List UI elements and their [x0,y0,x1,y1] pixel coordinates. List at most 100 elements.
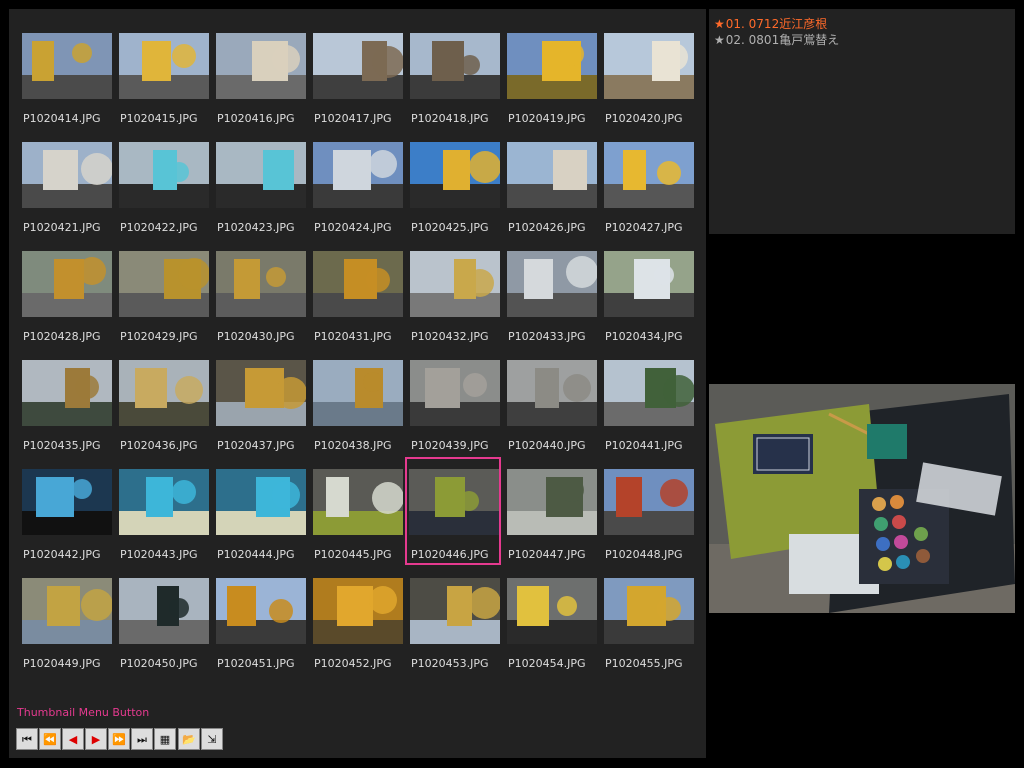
thumbnail-image [216,142,306,208]
thumbnail-image [507,33,597,99]
thumbnail-item[interactable]: P1020436.JPG [118,359,210,465]
thumbnail-item[interactable]: P1020445.JPG [312,468,404,574]
thumbnail-item[interactable]: P1020447.JPG [506,468,598,574]
thumbnail-item[interactable]: P1020418.JPG [409,32,501,138]
play-left-icon: ◀ [68,732,78,746]
thumbnail-image [22,469,112,535]
thumbnail-item[interactable]: P1020452.JPG [312,577,404,683]
thumbnail-image [410,360,500,426]
thumbnail-image [119,578,209,644]
thumbnail-item[interactable]: P1020422.JPG [118,141,210,247]
thumbnail-filename: P1020427.JPG [605,221,683,234]
preview-photo [709,384,1015,613]
thumbnail-image [216,469,306,535]
thumbnail-image [216,578,306,644]
thumbnail-item[interactable]: P1020429.JPG [118,250,210,356]
thumbnail-filename: P1020444.JPG [217,548,295,561]
open-folder-button[interactable]: 📂 [178,728,200,750]
prev-page-button[interactable]: ⏪ [39,728,61,750]
thumbnail-item[interactable]: P1020431.JPG [312,250,404,356]
thumbnail-filename: P1020433.JPG [508,330,586,343]
last-page-button[interactable]: ⏭ [131,728,153,750]
thumbnail-item[interactable]: P1020450.JPG [118,577,210,683]
thumbnail-image [604,360,694,426]
thumbnail-filename: P1020432.JPG [411,330,489,343]
thumbnail-item[interactable]: P1020454.JPG [506,577,598,683]
thumbnail-filename: P1020435.JPG [23,439,101,452]
thumbnail-image [119,360,209,426]
thumbnail-item[interactable]: P1020438.JPG [312,359,404,465]
first-page-button[interactable]: ⏮ [16,728,38,750]
thumbnail-item[interactable]: P1020444.JPG [215,468,307,574]
thumbnail-item[interactable]: P1020430.JPG [215,250,307,356]
thumbnail-item[interactable]: P1020434.JPG [603,250,695,356]
thumbnail-item[interactable]: P1020420.JPG [603,32,695,138]
thumbnail-item[interactable]: P1020435.JPG [21,359,113,465]
thumbnail-image [216,251,306,317]
thumbnail-filename: P1020443.JPG [120,548,198,561]
thumbnail-item[interactable]: P1020428.JPG [21,250,113,356]
thumbnail-item[interactable]: P1020442.JPG [21,468,113,574]
thumbnail-panel: P1020414.JPG P1020415.JPG P1020416.JPG P102… [9,9,706,758]
exit-button[interactable]: ⇲ [201,728,223,750]
thumbnail-filename: P1020451.JPG [217,657,295,670]
album-item[interactable]: ★02. 0801亀戸鴬替え [714,31,839,48]
thumbnail-item[interactable]: P1020432.JPG [409,250,501,356]
thumbnail-item[interactable]: P1020424.JPG [312,141,404,247]
thumbnail-item[interactable]: P1020417.JPG [312,32,404,138]
thumbnail-filename: P1020423.JPG [217,221,295,234]
album-label: 02. 0801亀戸鴬替え [725,33,840,47]
rewind-icon: ⏪ [43,732,57,746]
thumbnail-item[interactable]: P1020437.JPG [215,359,307,465]
thumbnail-item[interactable]: P1020426.JPG [506,141,598,247]
thumbnail-filename: P1020442.JPG [23,548,101,561]
next-page-button[interactable]: ⏩ [108,728,130,750]
thumbnail-filename: P1020450.JPG [120,657,198,670]
thumbnail-image [119,142,209,208]
thumbnail-image [119,33,209,99]
thumbnail-image [409,469,499,535]
thumbnail-filename: P1020421.JPG [23,221,101,234]
thumbnail-image [313,578,403,644]
thumbnail-image [313,469,403,535]
thumbnail-item[interactable]: P1020433.JPG [506,250,598,356]
grid-icon: ▦ [159,732,171,746]
thumbnail-item[interactable]: P1020453.JPG [409,577,501,683]
thumbnail-filename: P1020418.JPG [411,112,489,125]
thumbnail-item[interactable]: P1020419.JPG [506,32,598,138]
thumbnail-item[interactable]: P1020451.JPG [215,577,307,683]
thumbnail-item[interactable]: P1020421.JPG [21,141,113,247]
album-item[interactable]: ★01. 0712近江彦根 [714,15,827,32]
thumbnail-menu-label: Thumbnail Menu Button [17,706,150,719]
thumbnail-item[interactable]: P1020448.JPG [603,468,695,574]
thumbnail-item[interactable]: P1020425.JPG [409,141,501,247]
thumbnail-image [22,33,112,99]
thumbnail-item[interactable]: P1020439.JPG [409,359,501,465]
thumbnail-image [410,578,500,644]
thumbnail-item[interactable]: P1020455.JPG [603,577,695,683]
thumbnail-image [119,251,209,317]
thumbnail-filename: P1020430.JPG [217,330,295,343]
thumbnail-item[interactable]: P1020440.JPG [506,359,598,465]
thumbnail-item[interactable]: P1020416.JPG [215,32,307,138]
thumbnail-filename: P1020452.JPG [314,657,392,670]
grid-view-button[interactable]: ▦ [154,728,176,750]
prev-button[interactable]: ◀ [62,728,84,750]
thumbnail-item[interactable]: P1020415.JPG [118,32,210,138]
thumbnail-item[interactable]: P1020414.JPG [21,32,113,138]
thumbnail-item[interactable]: P1020446.JPG [405,457,501,565]
thumbnail-image [216,360,306,426]
thumbnail-item[interactable]: P1020449.JPG [21,577,113,683]
thumbnail-item[interactable]: P1020441.JPG [603,359,695,465]
thumbnail-image [604,251,694,317]
thumbnail-item[interactable]: P1020443.JPG [118,468,210,574]
next-button[interactable]: ▶ [85,728,107,750]
thumbnail-image [507,251,597,317]
star-icon: ★ [714,33,725,47]
thumbnail-image [22,360,112,426]
fast-forward-icon: ⏩ [112,732,126,746]
thumbnail-filename: P1020434.JPG [605,330,683,343]
first-icon: ⏮ [22,732,32,746]
thumbnail-item[interactable]: P1020423.JPG [215,141,307,247]
thumbnail-item[interactable]: P1020427.JPG [603,141,695,247]
